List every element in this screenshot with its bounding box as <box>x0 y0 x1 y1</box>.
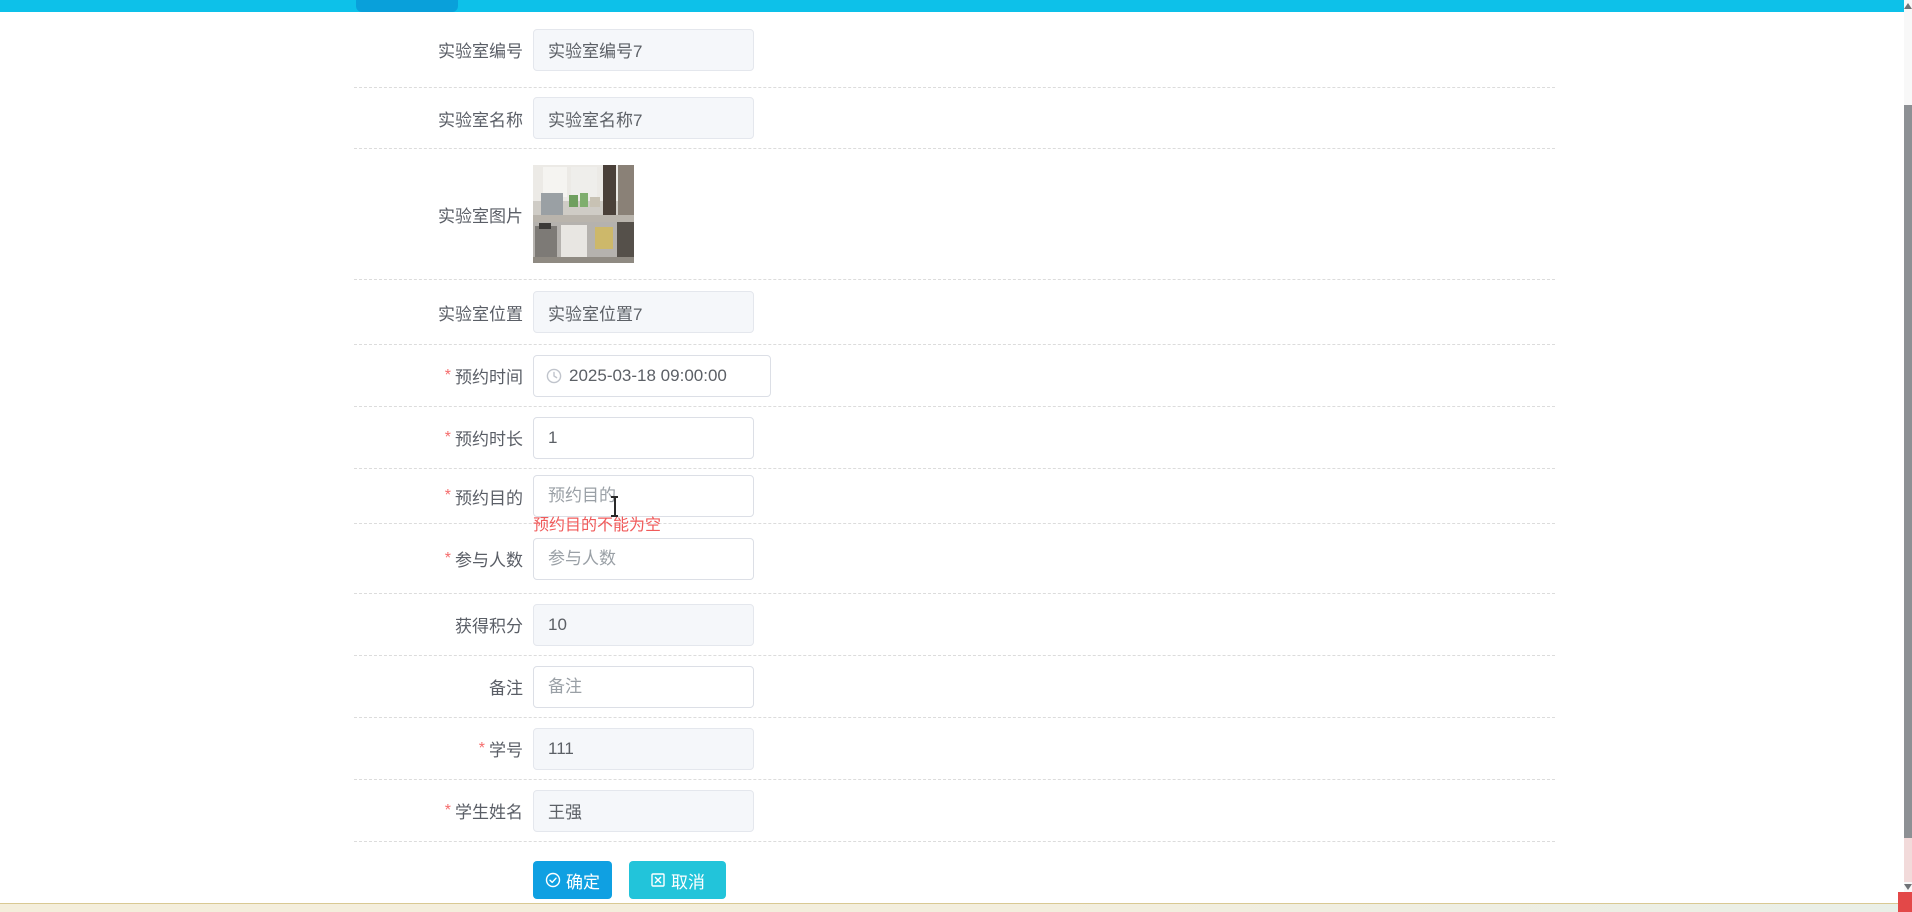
field-row-student-id: * 学号 <box>354 718 1555 780</box>
bottom-edge-strip <box>0 903 1912 912</box>
field-row-lab-location: 实验室位置 <box>354 280 1555 345</box>
scrollbar-thumb[interactable] <box>1904 105 1912 838</box>
field-row-remarks: 备注 <box>354 656 1555 718</box>
bottom-right-red-marker <box>1898 892 1912 912</box>
participants-input[interactable] <box>533 537 754 580</box>
scroll-down-arrow-icon[interactable] <box>1904 884 1912 890</box>
vertical-scrollbar[interactable] <box>1904 0 1912 912</box>
field-label: 预约时间 <box>455 368 523 387</box>
lab-name-input <box>533 97 754 139</box>
field-label: 获得积分 <box>455 617 523 636</box>
field-row-lab-name: 实验室名称 <box>354 88 1555 149</box>
confirm-button-label: 确定 <box>566 872 600 892</box>
lab-number-input <box>533 28 754 71</box>
field-row-purpose: * 预约目的 预约目的不能为空 <box>354 469 1555 534</box>
field-label: 学生姓名 <box>455 803 523 822</box>
confirm-button[interactable]: 确定 <box>533 861 612 899</box>
reservation-time-value: 2025-03-18 09:00:00 <box>569 365 727 385</box>
scroll-up-arrow-icon[interactable] <box>1904 3 1912 9</box>
lab-location-input <box>533 291 754 333</box>
field-row-points: 获得积分 <box>354 594 1555 656</box>
field-label: 实验室图片 <box>438 206 523 226</box>
field-label: 实验室编号 <box>438 42 523 61</box>
student-id-input <box>533 727 754 770</box>
field-row-reservation-time: * 预约时间 2025-03-18 09:00:00 <box>354 345 1555 407</box>
reservation-time-input[interactable]: 2025-03-18 09:00:00 <box>533 354 771 397</box>
field-label: 学号 <box>489 741 523 760</box>
required-marker: * <box>444 366 451 384</box>
field-row-duration: * 预约时长 <box>354 407 1555 469</box>
reservation-form: 实验室编号 实验室名称 实验室图片 <box>354 12 1555 899</box>
purpose-input[interactable] <box>533 475 754 517</box>
field-label: 实验室名称 <box>438 110 523 130</box>
form-actions: 确定 取消 <box>354 842 1555 899</box>
field-row-lab-photo: 实验室图片 <box>354 149 1555 280</box>
required-marker: * <box>444 801 451 819</box>
cancel-button-label: 取消 <box>671 872 705 892</box>
close-square-icon <box>651 873 665 887</box>
lab-photo-image <box>533 165 634 263</box>
purpose-error-message: 预约目的不能为空 <box>533 517 662 534</box>
points-input <box>533 603 754 646</box>
duration-input[interactable] <box>533 416 754 459</box>
text-cursor-icon <box>610 496 619 517</box>
required-marker: * <box>444 487 451 504</box>
topbar-active-segment <box>356 0 458 12</box>
required-marker: * <box>444 549 451 567</box>
clock-icon <box>546 368 562 383</box>
cancel-button[interactable]: 取消 <box>629 861 726 899</box>
field-label: 实验室位置 <box>438 304 523 324</box>
field-row-student-name: * 学生姓名 <box>354 780 1555 842</box>
check-circle-icon <box>545 872 561 888</box>
scrollbar-track-highlight <box>1904 838 1912 882</box>
field-row-participants: * 参与人数 <box>354 524 1555 594</box>
field-label: 参与人数 <box>455 551 523 570</box>
field-label: 备注 <box>489 679 523 698</box>
page: 实验室编号 实验室名称 实验室图片 <box>0 0 1912 912</box>
field-label: 预约目的 <box>455 488 523 508</box>
required-marker: * <box>444 428 451 446</box>
top-app-bar <box>0 0 1904 12</box>
required-marker: * <box>478 739 485 757</box>
remarks-input[interactable] <box>533 665 754 708</box>
field-label: 预约时长 <box>455 430 523 449</box>
student-name-input <box>533 789 754 832</box>
field-row-lab-number: 实验室编号 <box>354 12 1555 88</box>
